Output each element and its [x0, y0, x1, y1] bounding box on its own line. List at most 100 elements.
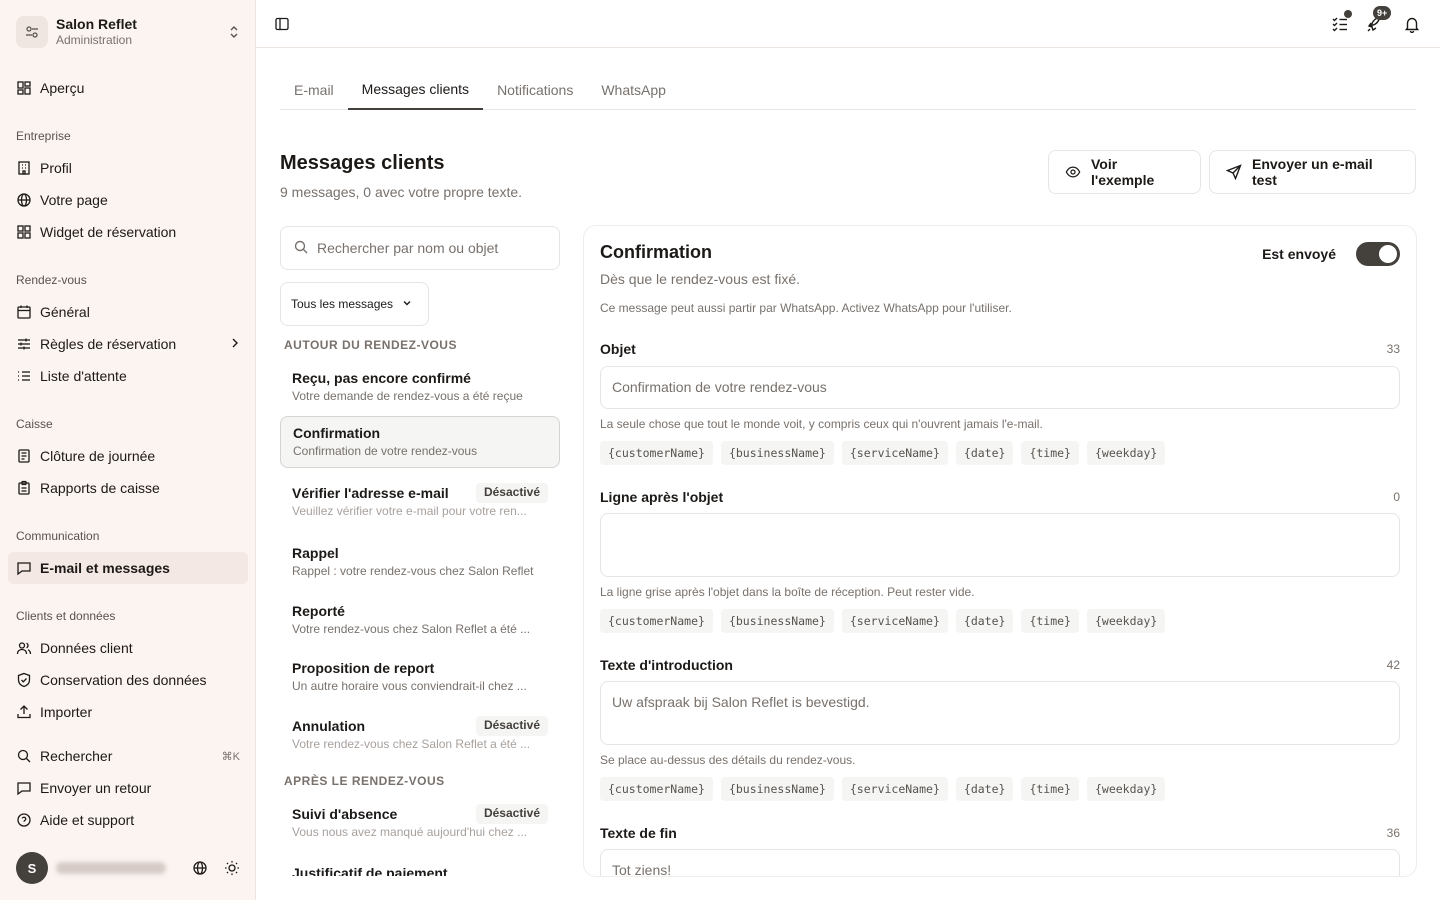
placeholder-chip[interactable]: {businessName} — [720, 441, 834, 465]
sidebar-item-importer[interactable]: Importer — [8, 696, 248, 728]
list-item[interactable]: Vérifier l'adresse e-mail Désactivé Veuil… — [280, 477, 560, 529]
message-icon — [16, 780, 32, 796]
widget-icon — [16, 224, 32, 240]
status-badge: Désactivé — [475, 483, 548, 503]
list-item[interactable]: Reçu, pas encore confirmé Votre demande … — [280, 362, 560, 414]
placeholder-chip[interactable]: {serviceName} — [841, 609, 948, 633]
placeholder-chip[interactable]: {time} — [1021, 777, 1079, 801]
placeholder-chip[interactable]: {time} — [1021, 609, 1079, 633]
sidebar-item-cloture[interactable]: Clôture de journée — [8, 440, 248, 472]
placeholder-chip[interactable]: {businessName} — [720, 777, 834, 801]
placeholder-chip[interactable]: {serviceName} — [841, 777, 948, 801]
placeholder-chip[interactable]: {time} — [1021, 441, 1079, 465]
list-item[interactable]: Suivi d'absence Désactivé Vous nous avez … — [280, 798, 560, 850]
tab-messages-clients[interactable]: Messages clients — [347, 70, 484, 110]
receipt-icon — [16, 448, 32, 464]
placeholder-chip[interactable]: {weekday} — [1086, 441, 1166, 465]
sidebar-item-aide[interactable]: Aide et support — [8, 804, 248, 836]
sidebar-item-liste-attente[interactable]: Liste d'attente — [8, 360, 248, 392]
sidebar-item-email-messages[interactable]: E-mail et messages — [8, 552, 248, 584]
topbar: 9+ — [256, 0, 1440, 48]
tab-whatsapp[interactable]: WhatsApp — [587, 70, 680, 110]
placeholder-chip[interactable]: {customerName} — [600, 777, 713, 801]
avatar: S — [16, 852, 48, 884]
sidebar-item-label: Règles de réservation — [40, 336, 177, 352]
bell-icon[interactable] — [1400, 12, 1424, 36]
list-item[interactable]: Justificatif de paiement — [280, 858, 560, 876]
preview-button[interactable]: Voir l'exemple — [1048, 150, 1201, 194]
list-item-selected[interactable]: Confirmation Confirmation de votre rende… — [280, 416, 560, 468]
sidebar-item-apercu[interactable]: Aperçu — [8, 72, 248, 104]
send-icon — [1226, 164, 1242, 180]
sidebar-item-rapports[interactable]: Rapports de caisse — [8, 472, 248, 504]
sidebar-item-label: Votre page — [40, 192, 108, 208]
list-item[interactable]: Reporté Votre rendez-vous chez Salon Ref… — [280, 595, 560, 647]
list-icon — [16, 368, 32, 384]
sidebar-item-conservation[interactable]: Conservation des données — [8, 664, 248, 696]
nav-section-title: Entreprise — [16, 129, 71, 143]
sidebar-item-widget[interactable]: Widget de réservation — [8, 216, 248, 248]
list-item-subtitle: Confirmation de votre rendez-vous — [293, 444, 478, 458]
sidebar-toggle-icon[interactable] — [270, 12, 294, 36]
search-icon — [16, 748, 32, 764]
org-switcher[interactable]: Salon Reflet Administration — [16, 14, 246, 50]
subject-input[interactable]: Confirmation de votre rendez-vous — [600, 366, 1400, 409]
list-item[interactable]: Proposition de report Un autre horaire v… — [280, 652, 560, 704]
globe-icon — [16, 192, 32, 208]
list-item[interactable]: Rappel Rappel : votre rendez-vous chez S… — [280, 537, 560, 589]
filter-selected-value: Tous les messages — [291, 297, 394, 311]
sidebar-item-profil[interactable]: Profil — [8, 152, 248, 184]
chevron-updown-icon — [226, 24, 242, 40]
char-count: 42 — [1386, 658, 1400, 672]
placeholder-chip[interactable]: {businessName} — [720, 609, 834, 633]
closing-textarea[interactable]: Tot ziens! — [600, 849, 1400, 876]
placeholder-chip[interactable]: {serviceName} — [841, 441, 948, 465]
sidebar-item-label: Conservation des données — [40, 672, 207, 688]
placeholder-chip[interactable]: {weekday} — [1086, 777, 1166, 801]
page-subtitle: 9 messages, 0 avec votre propre texte. — [280, 184, 523, 200]
placeholder-chip[interactable]: {customerName} — [600, 609, 713, 633]
char-count: 36 — [1386, 826, 1400, 840]
user-menu[interactable]: S — [16, 852, 248, 884]
placeholder-chip[interactable]: {date} — [955, 609, 1014, 633]
sidebar-item-general[interactable]: Général — [8, 296, 248, 328]
dashboard-icon — [16, 80, 32, 96]
send-toggle[interactable] — [1356, 242, 1400, 266]
sidebar-item-label: Envoyer un retour — [40, 780, 152, 796]
message-filter-select[interactable]: Tous les messages — [280, 282, 429, 326]
preheader-textarea[interactable] — [600, 513, 1400, 577]
globe-icon[interactable] — [188, 856, 212, 880]
sliders-icon — [16, 336, 32, 352]
editor-whatsapp-note: Ce message peut aussi partir par WhatsAp… — [600, 301, 1012, 315]
sidebar-item-label: Profil — [40, 160, 72, 176]
intro-textarea[interactable]: Uw afspraak bij Salon Reflet is bevestig… — [600, 681, 1400, 745]
sidebar-item-regles[interactable]: Règles de réservation — [8, 328, 248, 360]
sidebar-item-votre-page[interactable]: Votre page — [8, 184, 248, 216]
list-item-title: Suivi d'absence — [292, 806, 398, 822]
sidebar-item-donnees-client[interactable]: Données client — [8, 632, 248, 664]
placeholder-chip[interactable]: {date} — [955, 441, 1014, 465]
help-icon — [16, 812, 32, 828]
rocket-icon[interactable]: 9+ — [1363, 6, 1392, 36]
placeholder-chip[interactable]: {date} — [955, 777, 1014, 801]
page-title: Messages clients — [280, 152, 445, 174]
tasks-icon[interactable] — [1328, 10, 1352, 36]
tab-notifications[interactable]: Notifications — [483, 70, 587, 110]
search-input[interactable] — [317, 240, 547, 256]
tab-email[interactable]: E-mail — [280, 70, 348, 110]
search-input-wrapper[interactable] — [280, 226, 560, 270]
list-item[interactable]: Annulation Désactivé Votre rendez-vous ch… — [280, 710, 560, 762]
org-subtitle: Administration — [56, 33, 133, 47]
list-item-title: Reporté — [292, 603, 345, 619]
placeholder-chip[interactable]: {customerName} — [600, 441, 713, 465]
send-test-email-button[interactable]: Envoyer un e-mail test — [1209, 150, 1416, 194]
placeholder-chips: {customerName} {businessName} {serviceNa… — [600, 777, 1166, 801]
send-test-email-label: Envoyer un e-mail test — [1252, 156, 1373, 188]
placeholder-chip[interactable]: {weekday} — [1086, 609, 1166, 633]
sidebar-item-label: Aperçu — [40, 80, 85, 96]
char-count: 33 — [1386, 342, 1400, 356]
sidebar-item-rechercher[interactable]: Rechercher ⌘K — [8, 740, 248, 772]
sidebar-item-feedback[interactable]: Envoyer un retour — [8, 772, 248, 804]
sun-icon[interactable] — [220, 856, 244, 880]
list-item-title: Rappel — [292, 545, 339, 561]
